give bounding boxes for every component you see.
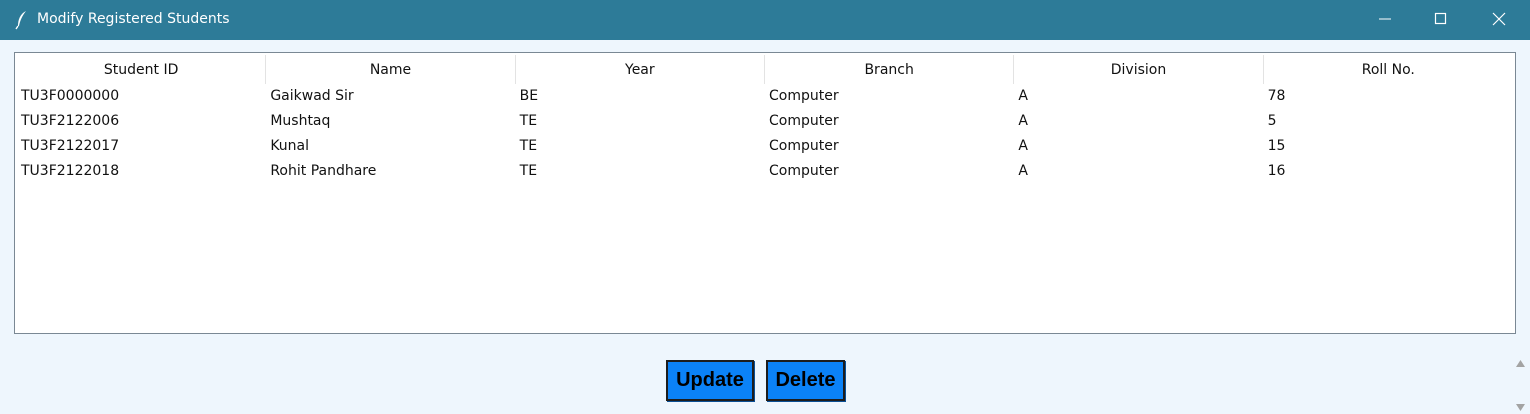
cell-division: A xyxy=(1018,138,1028,154)
column-header-name[interactable]: Name xyxy=(266,55,516,84)
cell-student-id: TU3F2122018 xyxy=(21,163,120,179)
cell-name: Gaikwad Sir xyxy=(270,88,354,104)
feather-icon xyxy=(14,10,30,30)
minimize-button[interactable] xyxy=(1356,0,1414,40)
column-header-student-id[interactable]: Student ID xyxy=(17,55,267,84)
modify-students-window: Modify Registered Students Student ID Na… xyxy=(0,0,1530,414)
cell-year: TE xyxy=(519,138,538,154)
cell-student-id: TU3F2122006 xyxy=(21,113,120,129)
table-row[interactable]: TU3F2122018 Rohit Pandhare TE Computer A… xyxy=(17,159,1513,184)
window-title: Modify Registered Students xyxy=(37,11,230,27)
table-header: Student ID Name Year Branch Division Rol… xyxy=(17,55,1513,84)
cell-division: A xyxy=(1018,88,1028,104)
cell-division: A xyxy=(1018,163,1028,179)
cell-branch: Computer xyxy=(768,163,839,179)
cell-branch: Computer xyxy=(768,113,839,129)
cell-branch: Computer xyxy=(768,138,839,154)
table-row[interactable]: TU3F2122017 Kunal TE Computer A 15 xyxy=(17,134,1513,159)
cell-name: Kunal xyxy=(270,138,310,154)
cell-branch: Computer xyxy=(768,88,839,104)
cell-name: Mushtaq xyxy=(270,113,331,129)
table-row[interactable]: TU3F2122006 Mushtaq TE Computer A 5 xyxy=(17,109,1513,134)
students-table[interactable]: Student ID Name Year Branch Division Rol… xyxy=(14,52,1516,334)
column-header-year[interactable]: Year xyxy=(515,55,765,84)
cell-student-id: TU3F2122017 xyxy=(21,138,120,154)
update-button[interactable]: Update xyxy=(666,360,754,401)
scroll-down-icon[interactable] xyxy=(1515,397,1526,414)
vertical-scrollbar[interactable] xyxy=(1511,345,1530,414)
cell-division: A xyxy=(1018,113,1028,129)
cell-roll-no: 78 xyxy=(1267,88,1286,104)
cell-roll-no: 15 xyxy=(1267,138,1286,154)
column-header-division[interactable]: Division xyxy=(1014,55,1264,84)
cell-year: BE xyxy=(519,88,539,104)
maximize-icon xyxy=(1434,11,1448,30)
cell-year: TE xyxy=(519,113,538,129)
scroll-up-icon[interactable] xyxy=(1515,353,1526,372)
close-button[interactable] xyxy=(1470,0,1528,40)
title-bar[interactable]: Modify Registered Students xyxy=(0,0,1530,40)
cell-year: TE xyxy=(519,163,538,179)
table-body: TU3F0000000 Gaikwad Sir BE Computer A 78… xyxy=(17,84,1513,184)
cell-roll-no: 16 xyxy=(1267,163,1286,179)
column-header-branch[interactable]: Branch xyxy=(764,55,1015,84)
cell-name: Rohit Pandhare xyxy=(270,163,377,179)
close-icon xyxy=(1492,11,1506,30)
delete-button[interactable]: Delete xyxy=(766,360,845,401)
column-header-roll-no[interactable]: Roll No. xyxy=(1263,55,1513,84)
cell-student-id: TU3F0000000 xyxy=(21,88,120,104)
minimize-icon xyxy=(1378,11,1392,30)
maximize-button[interactable] xyxy=(1412,0,1470,40)
cell-roll-no: 5 xyxy=(1267,113,1277,129)
table-row[interactable]: TU3F0000000 Gaikwad Sir BE Computer A 78 xyxy=(17,84,1513,109)
